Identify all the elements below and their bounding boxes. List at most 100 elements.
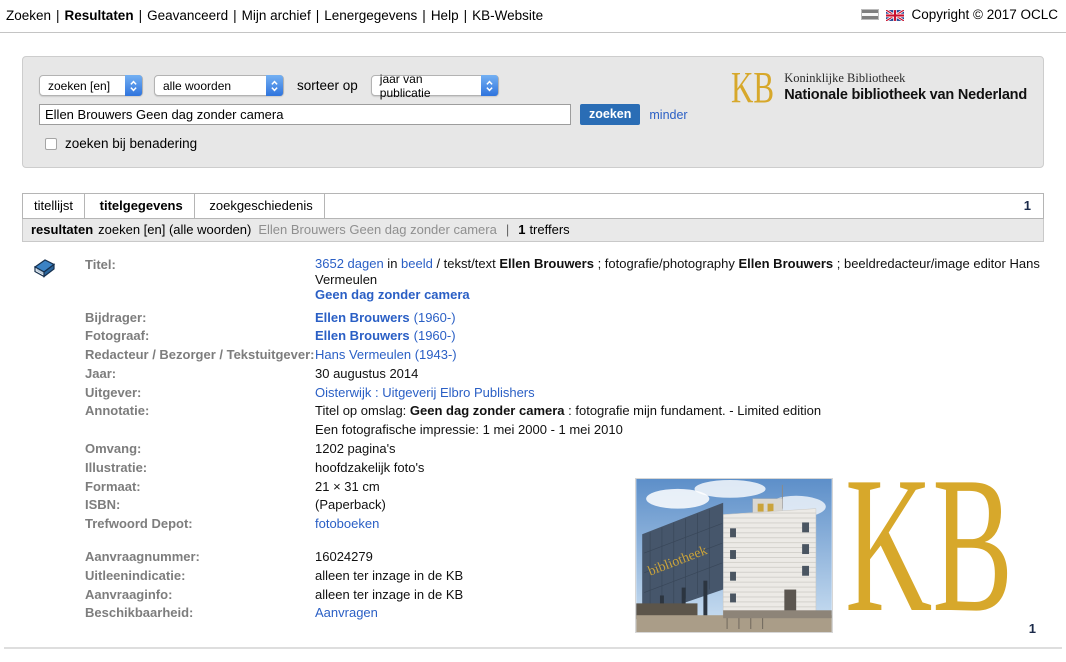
- title-author: Ellen Brouwers: [739, 256, 834, 271]
- field-value: 3652 dagen in beeld / tekst/text Ellen B…: [315, 256, 1043, 309]
- field-value: 30 augustus 2014: [315, 365, 1043, 384]
- sort-select-value: jaar van publicatie: [380, 72, 475, 100]
- annotation-text: Titel op omslag:: [315, 403, 410, 418]
- nav-lenergegevens[interactable]: Lenergegevens: [324, 8, 417, 23]
- field-label: ISBN:: [85, 496, 315, 515]
- tab-page-number: 1: [1024, 194, 1043, 218]
- field-value: 1202 pagina's: [315, 440, 1043, 459]
- select-stepper-icon: [125, 75, 142, 96]
- tab-titellijst[interactable]: titellijst: [23, 194, 85, 218]
- record-row-annotatie: Annotatie: Titel op omslag: Geen dag zon…: [85, 402, 1043, 440]
- publisher-separator: :: [371, 385, 382, 400]
- word-mode-select-value: alle woorden: [163, 79, 231, 93]
- nav-separator: |: [56, 8, 60, 23]
- kb-logo-line1: Koninklijke Bibliotheek: [784, 71, 1027, 86]
- results-hit-count: 1: [518, 222, 525, 237]
- kb-watermark-text: KB: [845, 462, 1013, 620]
- nav-separator: |: [139, 8, 143, 23]
- record-row-bijdrager: Bijdrager: Ellen Brouwers (1960-): [85, 309, 1043, 328]
- nav-mijn-archief[interactable]: Mijn archief: [242, 8, 311, 23]
- record-row-redacteur: Redacteur / Bezorger / Tekstuitgever: Ha…: [85, 346, 1043, 365]
- title-text: ; fotografie/photography: [594, 256, 739, 271]
- record-row-uitgever: Uitgever: Oisterwijk : Uitgeverij Elbro …: [85, 384, 1043, 403]
- fuzzy-search-label: zoeken bij benadering: [65, 136, 197, 151]
- editor-link[interactable]: Hans Vermeulen (1943-): [315, 347, 457, 362]
- nav-separator: |: [464, 8, 468, 23]
- nav-separator: |: [422, 8, 426, 23]
- copyright-text: Copyright © 2017 OCLC: [911, 7, 1058, 22]
- results-query: Ellen Brouwers Geen dag zonder camera: [258, 222, 496, 237]
- fuzzy-search-checkbox[interactable]: [45, 138, 57, 150]
- field-label: Formaat:: [85, 478, 315, 497]
- record-row-titel: Titel: 3652 dagen in beeld / tekst/text …: [85, 256, 1043, 309]
- kb-watermark-icon: KB: [843, 462, 1018, 620]
- title-main-link[interactable]: 3652 dagen: [315, 256, 384, 271]
- record-row-omvang: Omvang: 1202 pagina's: [85, 440, 1043, 459]
- title-text: / tekst/text: [433, 256, 499, 271]
- nav-help[interactable]: Help: [431, 8, 459, 23]
- title-author: Ellen Brouwers: [499, 256, 594, 271]
- photographer-dates-link[interactable]: (1960-): [414, 328, 456, 343]
- results-hit-label: treffers: [529, 222, 569, 237]
- title-text: in: [384, 256, 401, 271]
- results-separator: |: [506, 222, 509, 237]
- title-beeld-link[interactable]: beeld: [401, 256, 433, 271]
- sort-select[interactable]: jaar van publicatie: [371, 75, 499, 96]
- scope-select-value: zoeken [en]: [48, 79, 110, 93]
- nav-separator: |: [233, 8, 237, 23]
- uk-flag-icon[interactable]: [886, 9, 904, 20]
- kb-monogram-icon: KB: [730, 71, 776, 105]
- search-button[interactable]: zoeken: [580, 104, 640, 125]
- kb-logo: KB Koninklijke Bibliotheek Nationale bib…: [730, 71, 1027, 105]
- select-stepper-icon: [266, 75, 283, 96]
- field-label: Aanvraagnummer:: [85, 548, 315, 567]
- fuzzy-search-row: zoeken bij benadering: [45, 136, 197, 151]
- book-icon: [31, 257, 57, 281]
- less-options-link[interactable]: minder: [649, 108, 687, 122]
- field-value: Titel op omslag: Geen dag zonder camera …: [315, 402, 1043, 440]
- search-options-row: zoeken [en] alle woorden sorteer op jaar…: [39, 75, 499, 96]
- field-label: Illustratie:: [85, 459, 315, 478]
- kb-monogram-text: KB: [731, 71, 774, 105]
- annotation-text: : fotografie mijn fundament. - Limited e…: [565, 403, 822, 418]
- tab-bar: 1 titellijst titelgegevens zoekgeschiede…: [22, 193, 1044, 219]
- request-link[interactable]: Aanvragen: [315, 605, 378, 620]
- nav-geavanceerd[interactable]: Geavanceerd: [147, 8, 228, 23]
- bottom-page-number: 1: [1029, 621, 1036, 636]
- bottom-divider: [4, 647, 1062, 649]
- publisher-place-link[interactable]: Oisterwijk: [315, 385, 371, 400]
- tab-zoekgeschiedenis[interactable]: zoekgeschiedenis: [198, 194, 324, 218]
- results-prefix: resultaten: [31, 222, 93, 237]
- field-label: Redacteur / Bezorger / Tekstuitgever:: [85, 346, 315, 365]
- search-query-row: zoeken minder: [39, 104, 688, 125]
- field-label: Uitleenindicatie:: [85, 567, 315, 586]
- photographer-link[interactable]: Ellen Brouwers: [315, 328, 410, 343]
- search-input[interactable]: [39, 104, 571, 125]
- top-nav-right: Copyright © 2017 OCLC: [861, 7, 1058, 22]
- field-label: Omvang:: [85, 440, 315, 459]
- annotation-line2: Een fotografische impressie: 1 mei 2000 …: [315, 421, 1043, 440]
- annotation-title: Geen dag zonder camera: [410, 403, 565, 418]
- field-label: Beschikbaarheid:: [85, 604, 315, 623]
- scope-select[interactable]: zoeken [en]: [39, 75, 143, 96]
- subject-link[interactable]: fotoboeken: [315, 516, 379, 531]
- sort-label: sorteer op: [297, 78, 358, 93]
- nav-kb-website[interactable]: KB-Website: [472, 8, 543, 23]
- nav-zoeken[interactable]: Zoeken: [6, 8, 51, 23]
- top-divider: [0, 32, 1066, 33]
- publisher-link[interactable]: Uitgeverij Elbro Publishers: [382, 385, 534, 400]
- nav-resultaten[interactable]: Resultaten: [65, 8, 134, 23]
- contributor-link[interactable]: Ellen Brouwers: [315, 310, 410, 325]
- field-label: Fotograaf:: [85, 327, 315, 346]
- field-label: Bijdrager:: [85, 309, 315, 328]
- field-label: Uitgever:: [85, 384, 315, 403]
- title-subtitle-link[interactable]: Geen dag zonder camera: [315, 287, 470, 302]
- word-mode-select[interactable]: alle woorden: [154, 75, 284, 96]
- kb-logo-line2: Nationale bibliotheek van Nederland: [784, 87, 1027, 103]
- contributor-dates-link[interactable]: (1960-): [414, 310, 456, 325]
- dutch-flag-icon[interactable]: [861, 9, 879, 20]
- tab-titelgegevens[interactable]: titelgegevens: [89, 194, 195, 218]
- results-bar: resultatenzoeken [en] (alle woorden)Elle…: [22, 219, 1044, 242]
- field-label: Trefwoord Depot:: [85, 515, 315, 534]
- top-nav: Zoeken | Resultaten | Geavanceerd | Mijn archi…: [6, 8, 543, 23]
